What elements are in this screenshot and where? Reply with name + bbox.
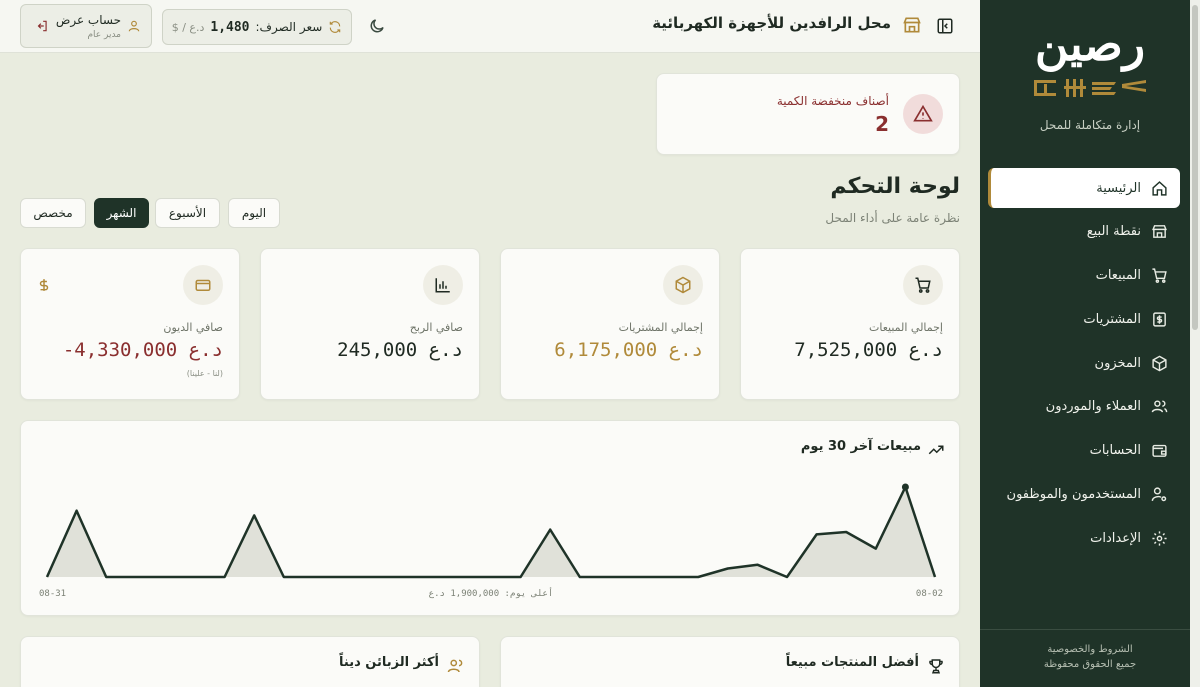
sidebar-item-label: المستخدمون والموظفون bbox=[1006, 487, 1141, 503]
stat-icon-circle bbox=[663, 265, 703, 305]
sidebar-item-label: الحسابات bbox=[1089, 443, 1141, 459]
sidebar-item-home[interactable]: الرئيسية bbox=[988, 168, 1180, 208]
box-icon bbox=[675, 276, 691, 294]
stat-value: 6,175,000 د.ع bbox=[554, 339, 703, 361]
cuneiform-ornament-icon bbox=[980, 76, 1200, 100]
alert-value: 2 bbox=[875, 112, 889, 136]
box-icon bbox=[1152, 355, 1167, 372]
sales-chart: 08-31 08-02 أعلى يوم: 1,900,000 د.ع bbox=[39, 483, 943, 599]
account-role: مدير عام bbox=[87, 30, 121, 40]
sidebar-footer: الشروط والخصوصية جميع الحقوق محفوظة bbox=[980, 629, 1200, 687]
x-end-label: 08-02 bbox=[916, 589, 943, 599]
stat-icon-circle bbox=[423, 265, 463, 305]
rights-text: جميع الحقوق محفوظة bbox=[1043, 659, 1137, 670]
refresh-icon[interactable] bbox=[328, 20, 342, 34]
shop-title: محل الرافدين للأجهزة الكهربائية bbox=[652, 14, 891, 32]
bar-chart-icon bbox=[435, 278, 450, 293]
top-debtors-card: أكثر الزبائن ديناً bbox=[20, 636, 480, 687]
top-products-card: أفضل المنتجات مبيعاً bbox=[500, 636, 960, 687]
stat-label: صافي الديون bbox=[163, 321, 223, 334]
tagline: إدارة متكاملة للمحل bbox=[1039, 118, 1141, 132]
warning-icon bbox=[913, 104, 933, 122]
stat-note: (لنا - علينا) bbox=[186, 369, 223, 378]
alert-icon-circle bbox=[903, 94, 943, 134]
account-name: حساب عرض bbox=[55, 13, 121, 27]
sidebar-item-label: نقطة البيع bbox=[1086, 224, 1141, 240]
user-cog-icon bbox=[1151, 487, 1167, 502]
brand-logo: رصين bbox=[980, 18, 1200, 100]
sidebar-item-label: الإعدادات bbox=[1090, 530, 1141, 546]
stat-card-purchases[interactable]: إجمالي المشتريات 6,175,000 د.ع bbox=[500, 248, 720, 400]
x-start-label: 08-31 bbox=[39, 589, 66, 599]
dollar-receipt-icon bbox=[1153, 312, 1166, 327]
sidebar-nav: الرئيسية نقطة البيع المبيعات المشتريات ا… bbox=[988, 168, 1180, 562]
sidebar-item-inventory[interactable]: المخزون bbox=[988, 343, 1180, 383]
chart-peak-point bbox=[901, 483, 909, 491]
stat-icon-circle bbox=[903, 265, 943, 305]
users-icon bbox=[1151, 400, 1168, 413]
logo-text: رصين bbox=[1034, 17, 1146, 71]
rate-value: 1,480 bbox=[210, 19, 250, 35]
stat-value: 7,525,000 د.ع bbox=[794, 339, 943, 361]
trophy-icon bbox=[929, 659, 943, 674]
stat-card-profit[interactable]: صافي الربح 245,000 د.ع bbox=[260, 248, 480, 400]
sidebar-item-pos[interactable]: نقطة البيع bbox=[988, 212, 1180, 252]
users-icon bbox=[447, 659, 463, 673]
stat-label: صافي الربح bbox=[409, 321, 463, 334]
rate-label: سعر الصرف: bbox=[255, 20, 323, 34]
scrollbar-thumb[interactable] bbox=[1192, 5, 1198, 330]
home-icon bbox=[1152, 180, 1167, 196]
stat-card-sales[interactable]: إجمالي المبيعات 7,525,000 د.ع bbox=[740, 248, 960, 400]
page-subtitle: نظرة عامة على أداء المحل bbox=[825, 211, 960, 225]
logout-icon[interactable] bbox=[35, 19, 49, 33]
peak-label: أعلى يوم: 1,900,000 د.ع bbox=[429, 587, 554, 599]
user-icon bbox=[128, 20, 140, 32]
exchange-rate-box[interactable]: سعر الصرف: 1,480 د.ع / $ bbox=[162, 9, 352, 45]
dollar-icon bbox=[39, 279, 49, 291]
sidebar-item-label: المبيعات bbox=[1095, 268, 1141, 284]
low-stock-alert-card[interactable]: أصناف منخفضة الكمية 2 bbox=[656, 73, 960, 155]
filter-custom-button[interactable]: مخصص bbox=[20, 198, 86, 228]
scrollbar[interactable] bbox=[1190, 0, 1200, 687]
filter-today-button[interactable]: اليوم bbox=[228, 198, 280, 228]
stat-value: -4,330,000 د.ع bbox=[62, 339, 223, 361]
sidebar-item-label: الرئيسية bbox=[1096, 180, 1141, 196]
alert-label: أصناف منخفضة الكمية bbox=[776, 94, 889, 108]
stat-label: إجمالي المشتريات bbox=[618, 321, 703, 334]
top-bar: محل الرافدين للأجهزة الكهربائية سعر الصر… bbox=[0, 0, 980, 53]
sidebar-item-label: المشتريات bbox=[1083, 311, 1141, 327]
moon-icon[interactable] bbox=[368, 17, 386, 35]
wallet-icon bbox=[1152, 445, 1167, 458]
cart-icon bbox=[915, 277, 931, 293]
stat-icon-circle bbox=[183, 265, 223, 305]
sidebar-item-customers[interactable]: العملاء والموردون bbox=[988, 387, 1180, 427]
sidebar-item-accounts[interactable]: الحسابات bbox=[988, 431, 1180, 471]
stat-label: إجمالي المبيعات bbox=[868, 321, 943, 334]
top-products-title: أفضل المنتجات مبيعاً bbox=[785, 655, 919, 670]
credit-card-icon bbox=[195, 279, 211, 291]
store-icon bbox=[903, 17, 921, 33]
sales-chart-card: مبيعات آخر 30 يوم 08-31 08-02 أعلى يوم: … bbox=[20, 420, 960, 616]
gear-icon bbox=[1152, 531, 1167, 546]
sidebar-item-label: العملاء والموردون bbox=[1045, 399, 1141, 415]
sidebar-item-sales[interactable]: المبيعات bbox=[988, 256, 1180, 296]
page-title: لوحة التحكم bbox=[830, 174, 960, 199]
sidebar-item-users[interactable]: المستخدمون والموظفون bbox=[988, 475, 1180, 515]
sidebar-item-purchases[interactable]: المشتريات bbox=[988, 299, 1180, 339]
store-icon bbox=[1152, 225, 1167, 239]
top-debtors-title: أكثر الزبائن ديناً bbox=[339, 655, 439, 670]
cart-icon bbox=[1152, 268, 1167, 284]
stat-value: 245,000 د.ع bbox=[337, 339, 463, 361]
sidebar-toggle-icon[interactable] bbox=[936, 17, 954, 35]
filter-month-button[interactable]: الشهر bbox=[94, 198, 149, 228]
sidebar: رصين إدارة متكاملة للمحل الرئيسية نقطة ا… bbox=[980, 0, 1200, 687]
chart-area bbox=[47, 487, 935, 577]
sidebar-item-settings[interactable]: الإعدادات bbox=[988, 518, 1180, 558]
filter-week-button[interactable]: الأسبوع bbox=[155, 198, 220, 228]
terms-link[interactable]: الشروط والخصوصية bbox=[980, 642, 1200, 657]
account-box[interactable]: حساب عرض مدير عام bbox=[20, 4, 152, 48]
stat-card-debts[interactable]: صافي الديون -4,330,000 د.ع (لنا - علينا) bbox=[20, 248, 240, 400]
sidebar-item-label: المخزون bbox=[1094, 355, 1141, 371]
rate-unit: د.ع / $ bbox=[171, 20, 205, 34]
